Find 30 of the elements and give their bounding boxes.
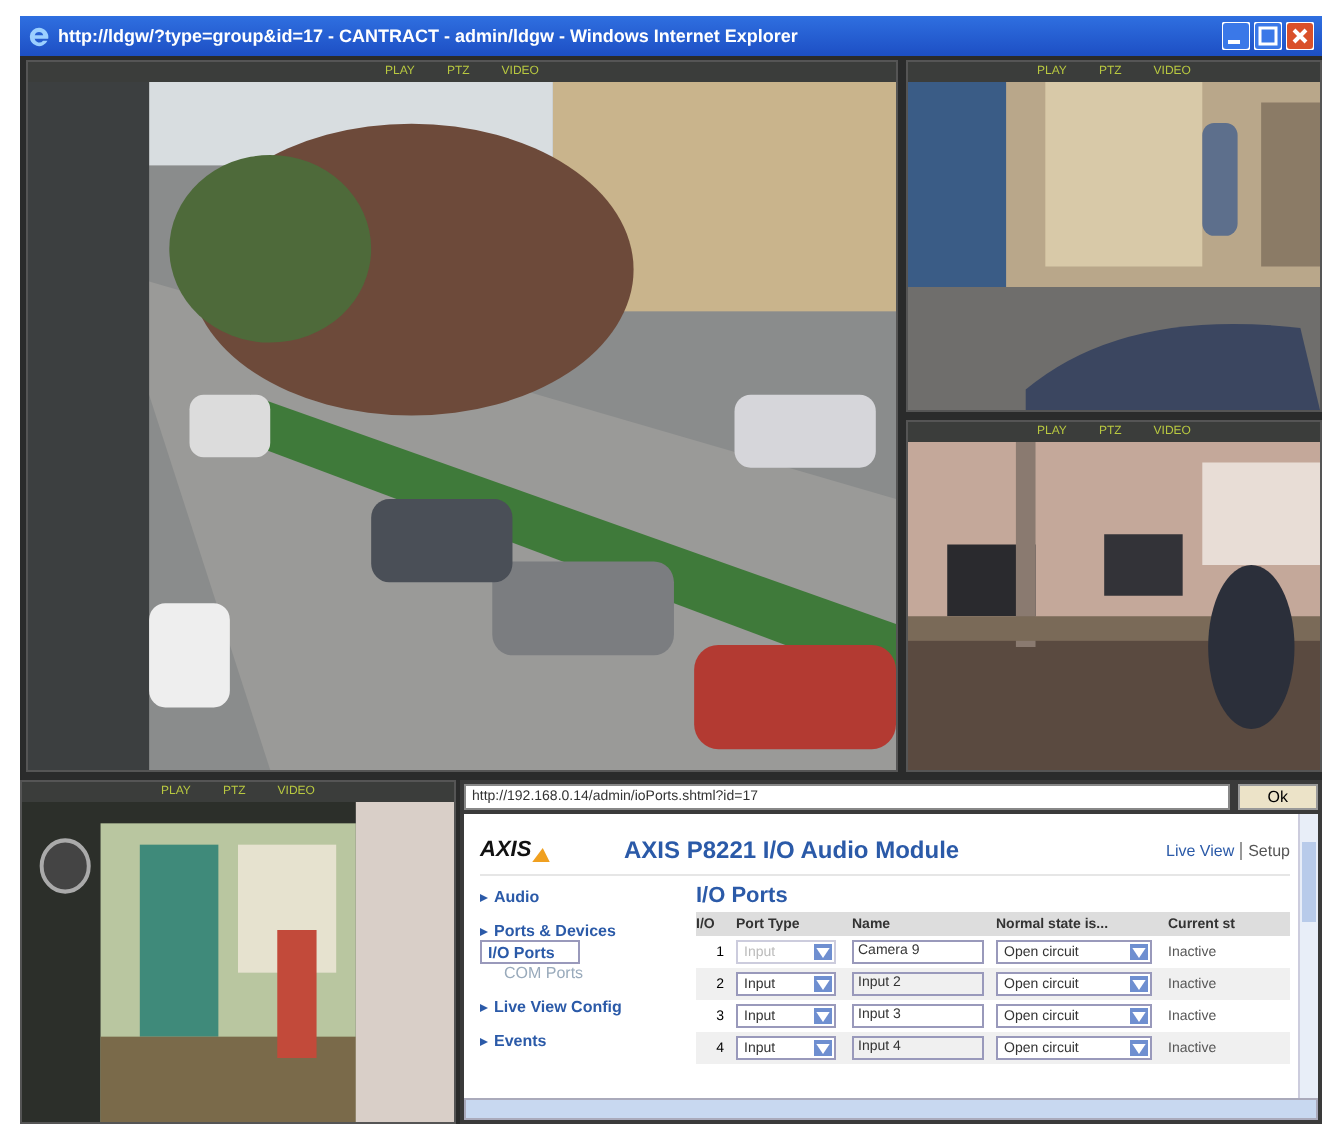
- caret-icon: [1130, 976, 1148, 992]
- maximize-icon[interactable]: [1254, 22, 1282, 50]
- vertical-scrollbar[interactable]: [1298, 814, 1318, 1098]
- page-title: AXIS P8221 I/O Audio Module: [624, 836, 962, 864]
- sidebar-item[interactable]: Live View Config: [494, 998, 622, 1016]
- section-heading: I/O Ports: [696, 884, 790, 908]
- caret-icon: [1130, 1040, 1148, 1056]
- ok-button[interactable]: Ok: [1237, 784, 1318, 810]
- window-title: http://ldgw/?type=group&id=17 - CANTRACT - admin/ldgw - Windows Internet Explorer: [58, 26, 800, 46]
- bullet-icon: [480, 1037, 488, 1045]
- caret-icon: [1130, 1008, 1148, 1024]
- minimize-icon[interactable]: [1222, 22, 1250, 50]
- sidebar-item[interactable]: Audio: [494, 888, 540, 906]
- nav-link[interactable]: Live View: [1166, 841, 1243, 859]
- sidebar-item[interactable]: Ports & Devices: [494, 922, 616, 940]
- nav-link[interactable]: Setup: [1248, 841, 1290, 859]
- caret-icon: [814, 1008, 832, 1024]
- caret-icon: [814, 976, 832, 992]
- caret-icon: [814, 944, 832, 960]
- logo: AXIS: [480, 838, 624, 862]
- browser-icon: [28, 25, 50, 47]
- bullet-icon: [480, 893, 488, 901]
- bullet-icon: [480, 927, 488, 935]
- close-icon[interactable]: [1286, 22, 1314, 50]
- horizontal-scrollbar[interactable]: [464, 1098, 1318, 1120]
- sidebar-subitem[interactable]: I/O Ports: [480, 940, 580, 964]
- sidebar-item[interactable]: Events: [494, 1032, 547, 1050]
- bullet-icon: [480, 1003, 488, 1011]
- caret-icon: [814, 1040, 832, 1056]
- caret-icon: [1130, 944, 1148, 960]
